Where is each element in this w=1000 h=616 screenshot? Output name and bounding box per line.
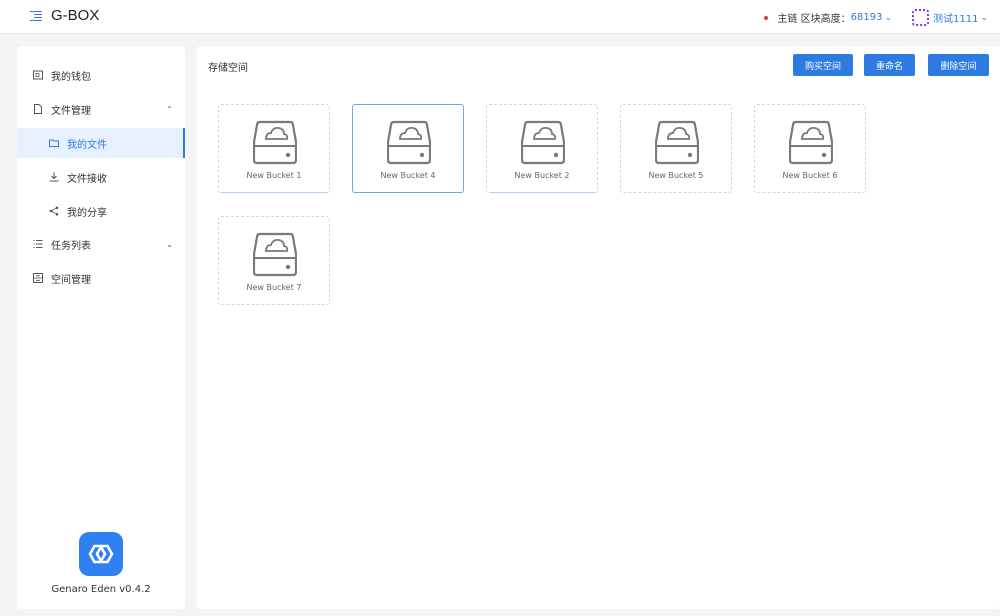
sidebar-item-my-share[interactable]: 我的分享 <box>17 196 185 226</box>
app-version: Genaro Eden v0.4.2 <box>51 584 151 595</box>
list-icon <box>33 239 43 249</box>
bucket-tile[interactable]: New Bucket 5 <box>620 104 732 193</box>
sidebar-item-file-receive[interactable]: 文件接收 <box>17 162 185 192</box>
bucket-tile[interactable]: New Bucket 1 <box>218 104 330 193</box>
rename-button[interactable]: 重命名 <box>864 54 915 76</box>
cloud-drive-icon <box>788 119 834 165</box>
sidebar-item-label: 我的钱包 <box>51 71 91 83</box>
sidebar-item-label: 我的文件 <box>67 139 107 151</box>
chevron-down-icon: ⌄ <box>166 239 173 249</box>
download-icon <box>49 172 59 182</box>
block-height-label: 主链 区块高度： <box>777 14 851 25</box>
bucket-name: New Bucket 7 <box>246 283 302 292</box>
bucket-name: New Bucket 1 <box>246 171 302 180</box>
chevron-up-icon: ⌃ <box>166 104 173 114</box>
page-title: 存储空间 <box>208 63 248 74</box>
cloud-drive-icon <box>386 119 432 165</box>
bucket-name: New Bucket 5 <box>648 171 704 180</box>
sidebar-item-task-list[interactable]: 任务列表 ⌄ <box>17 229 185 259</box>
sidebar-item-wallet[interactable]: 我的钱包 <box>17 60 185 90</box>
bucket-name: New Bucket 4 <box>380 171 436 180</box>
sidebar-item-file-management[interactable]: 文件管理 ⌃ <box>17 94 185 124</box>
sidebar-item-label: 空间管理 <box>51 274 91 286</box>
cloud-drive-icon <box>252 119 298 165</box>
cloud-drive-icon <box>654 119 700 165</box>
cloud-drive-icon <box>520 119 566 165</box>
sidebar-item-label: 文件管理 <box>51 105 91 117</box>
top-bar: G-BOX 主链 区块高度： 68193 ⌄ 测试1111 ⌄ <box>0 0 1000 34</box>
bucket-underline <box>489 192 595 193</box>
bucket-name: New Bucket 2 <box>514 171 570 180</box>
sidebar-item-label: 任务列表 <box>51 240 91 252</box>
cloud-drive-icon <box>252 231 298 277</box>
sidebar: 我的钱包 文件管理 ⌃ 我的文件 文件接收 我的分享 任务列表 ⌄ 空间管理 G… <box>17 46 185 609</box>
share-icon <box>49 206 59 216</box>
main-panel: 存储空间 购买空间 重命名 删除空间 New Bucket 1 New Buck… <box>197 46 1000 609</box>
file-icon <box>33 104 43 114</box>
block-height-value[interactable]: 68193 <box>851 12 883 23</box>
bucket-tile[interactable]: New Bucket 2 <box>486 104 598 193</box>
status-dot-icon <box>764 15 769 20</box>
storage-icon <box>33 273 43 283</box>
sidebar-item-my-files[interactable]: 我的文件 <box>17 128 185 158</box>
sidebar-item-space-management[interactable]: 空间管理 <box>17 263 185 293</box>
brand: G-BOX <box>30 7 99 24</box>
wallet-icon <box>33 70 43 80</box>
bucket-tile[interactable]: New Bucket 4 <box>352 104 464 193</box>
bucket-name: New Bucket 6 <box>782 171 838 180</box>
chevron-down-icon[interactable]: ⌄ <box>884 13 892 23</box>
buy-space-button[interactable]: 购买空间 <box>793 54 853 76</box>
folder-icon <box>49 138 59 148</box>
menu-toggle-icon[interactable] <box>30 10 42 22</box>
sidebar-item-label: 我的分享 <box>67 207 107 219</box>
app-logo <box>79 532 123 576</box>
header-status: 主链 区块高度： 68193 ⌄ 测试1111 ⌄ <box>764 9 988 26</box>
app-title: G-BOX <box>51 7 100 24</box>
bucket-underline <box>221 192 327 193</box>
user-menu[interactable]: 测试1111 ⌄ <box>912 9 988 26</box>
bucket-tile[interactable]: New Bucket 7 <box>218 216 330 305</box>
sidebar-item-label: 文件接收 <box>67 173 107 185</box>
delete-space-button[interactable]: 删除空间 <box>928 54 989 76</box>
chevron-down-icon[interactable]: ⌄ <box>980 13 988 23</box>
bucket-tile[interactable]: New Bucket 6 <box>754 104 866 193</box>
avatar <box>912 9 929 26</box>
user-name[interactable]: 测试1111 <box>933 10 978 25</box>
